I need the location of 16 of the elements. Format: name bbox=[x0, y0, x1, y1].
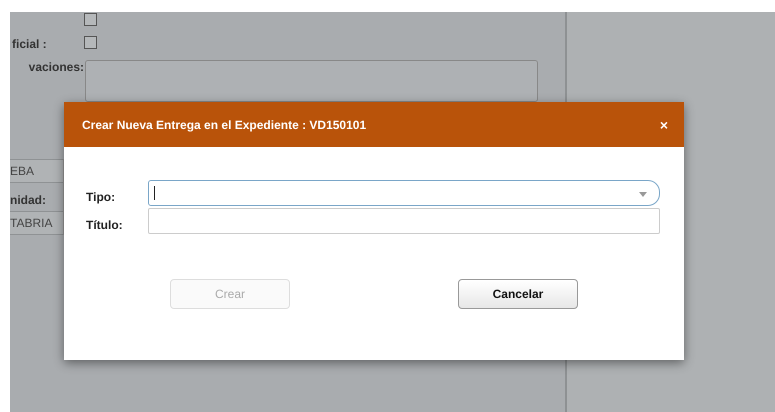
button[interactable]: Cancelar bbox=[458, 279, 578, 309]
field-label: ficial : bbox=[12, 37, 47, 51]
field-label: vaciones: bbox=[28, 60, 84, 74]
table-cell: TABRIA bbox=[10, 211, 63, 235]
text-area[interactable] bbox=[85, 60, 538, 102]
field-label: Título: bbox=[86, 217, 124, 232]
table-cell: EBA bbox=[10, 159, 63, 183]
field-label: nidad: bbox=[10, 192, 47, 209]
caret-icon bbox=[639, 192, 647, 197]
close-button[interactable]: × bbox=[660, 116, 668, 132]
checkbox[interactable] bbox=[84, 13, 97, 26]
input-field[interactable] bbox=[148, 208, 660, 234]
dialog-title: Crear Nueva Entrega en el Expediente : VD150101 bbox=[82, 118, 366, 132]
combo-box[interactable] bbox=[148, 180, 660, 206]
checkbox[interactable] bbox=[84, 36, 97, 49]
field-label: Tipo: bbox=[86, 189, 116, 204]
